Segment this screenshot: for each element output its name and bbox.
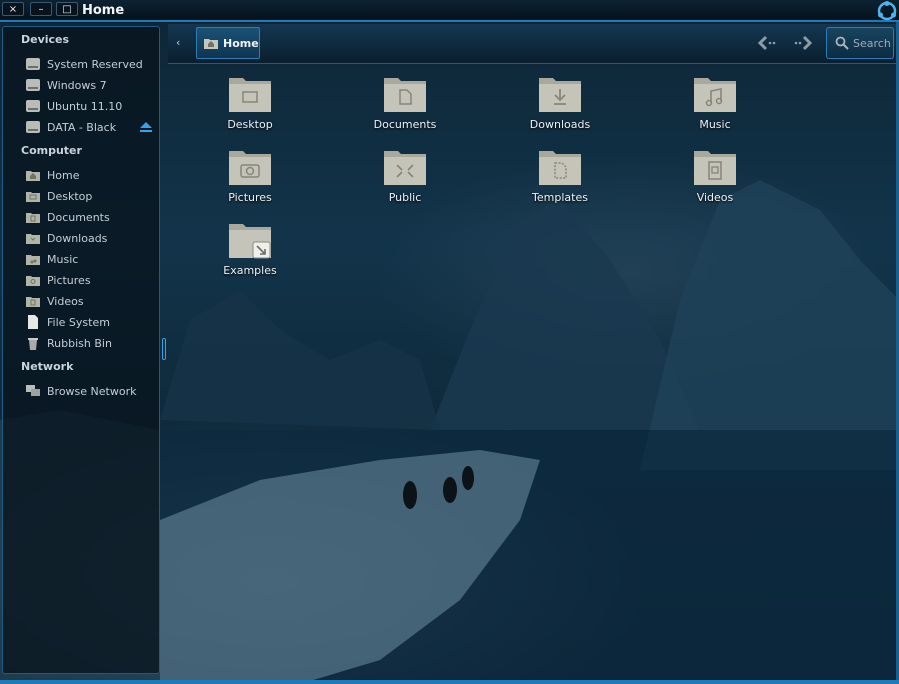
sidebar-item-label: System Reserved [47,57,143,71]
folder-icon [26,276,40,286]
folder-desktop[interactable]: Desktop [200,74,300,138]
network-heading: Network [21,360,74,373]
close-button[interactable]: × [2,2,24,16]
folder-label: Documents [373,118,437,131]
folder-templates[interactable]: Templates [510,147,610,211]
sidebar-item-pictures[interactable]: Pictures [25,271,157,289]
toolbar: ‹ Home Search [168,24,897,64]
folder-videos[interactable]: Videos [665,147,765,211]
folder-label: Desktop [227,118,273,131]
sidebar-item-label: Windows 7 [47,78,107,92]
sidebar-item-label: Desktop [47,189,93,203]
sidebar-item-label: Ubuntu 11.10 [47,99,123,113]
sidebar-item-rubbish-bin[interactable]: Rubbish Bin [25,334,157,352]
sidebar-item-music[interactable]: Music [25,250,157,268]
sidebar-item-label: Music [47,252,79,266]
sidebar-item-browse-network[interactable]: Browse Network [25,382,157,400]
folder-pictures[interactable]: Pictures [200,147,300,211]
drive-icon [26,100,40,112]
folder-templates-icon [539,151,581,185]
folder-label: Music [699,118,731,131]
devices-heading: Devices [21,33,70,46]
folder-examples-icon [229,224,271,259]
folder-public-icon [384,151,426,185]
title-bar: × – □ Home [0,0,899,22]
folder-videos-icon [694,151,736,185]
folder-label: Examples [223,264,277,277]
folder-icon [26,297,40,307]
sidebar-item-label: File System [47,315,110,329]
folder-desktop-icon [229,78,271,112]
folder-downloads[interactable]: Downloads [510,74,610,138]
search-icon [835,36,849,50]
window-border-bottom [0,680,899,684]
home-folder-icon [26,171,40,181]
sidebar-item-label: Browse Network [47,384,137,398]
folder-documents[interactable]: Documents [355,74,455,138]
breadcrumb-label: Home [223,36,259,50]
folder-icon [26,255,40,265]
sidebar-item-desktop[interactable]: Desktop [25,187,157,205]
sidebar-item-label: DATA - Black [47,120,117,134]
folder-music[interactable]: Music [665,74,765,138]
network-icon [26,385,40,396]
sidebar-item-label: Downloads [47,231,108,245]
folder-label: Videos [696,191,734,204]
breadcrumb-scroll-left-icon[interactable]: ‹ [176,36,180,49]
sidebar-item-system-reserved[interactable]: System Reserved [25,55,157,73]
folder-icon [26,213,40,223]
folder-public[interactable]: Public [355,147,455,211]
forward-button[interactable] [792,34,814,52]
folder-examples[interactable]: Examples [200,220,300,284]
folder-music-icon [694,78,736,112]
folder-label: Public [388,191,422,204]
sidebar-item-label: Documents [47,210,110,224]
back-button[interactable] [756,34,778,52]
folder-label: Templates [532,191,588,204]
minimize-button[interactable]: – [30,2,52,16]
folder-pictures-icon [229,151,271,185]
drive-icon [26,79,40,91]
eject-icon[interactable] [139,121,153,133]
drive-icon [26,121,40,133]
sidebar-item-label: Rubbish Bin [47,336,112,350]
folder-icon [26,234,40,244]
folder-label: Downloads [529,118,591,131]
sidebar-item-file-system[interactable]: File System [25,313,157,331]
breadcrumb-home[interactable]: Home [196,27,260,59]
sidebar-item-label: Pictures [47,273,91,287]
sidebar: Devices System Reserved Windows 7 Ubuntu… [2,26,160,674]
sidebar-item-windows-7[interactable]: Windows 7 [25,76,157,94]
search-label: Search [853,36,891,50]
folder-icon [26,192,40,202]
sidebar-item-documents[interactable]: Documents [25,208,157,226]
sidebar-item-ubuntu[interactable]: Ubuntu 11.10 [25,97,157,115]
sidebar-item-label: Videos [47,294,84,308]
sidebar-item-label: Home [47,168,80,182]
folder-documents-icon [384,78,426,112]
maximize-button[interactable]: □ [56,2,78,16]
folder-label: Pictures [228,191,272,204]
drive-icon [26,58,40,70]
search-button[interactable]: Search [826,27,894,59]
sidebar-item-videos[interactable]: Videos [25,292,157,310]
ubuntu-logo-icon [877,1,897,21]
sidebar-item-data-black[interactable]: DATA - Black [25,118,157,136]
home-folder-icon [204,39,218,49]
sidebar-item-home[interactable]: Home [25,166,157,184]
trash-icon [28,338,38,350]
folder-downloads-icon [539,78,581,112]
window-title: Home [82,3,125,18]
file-icon [28,315,38,329]
sidebar-item-downloads[interactable]: Downloads [25,229,157,247]
computer-heading: Computer [21,144,82,157]
sidebar-resize-handle[interactable] [162,338,166,360]
